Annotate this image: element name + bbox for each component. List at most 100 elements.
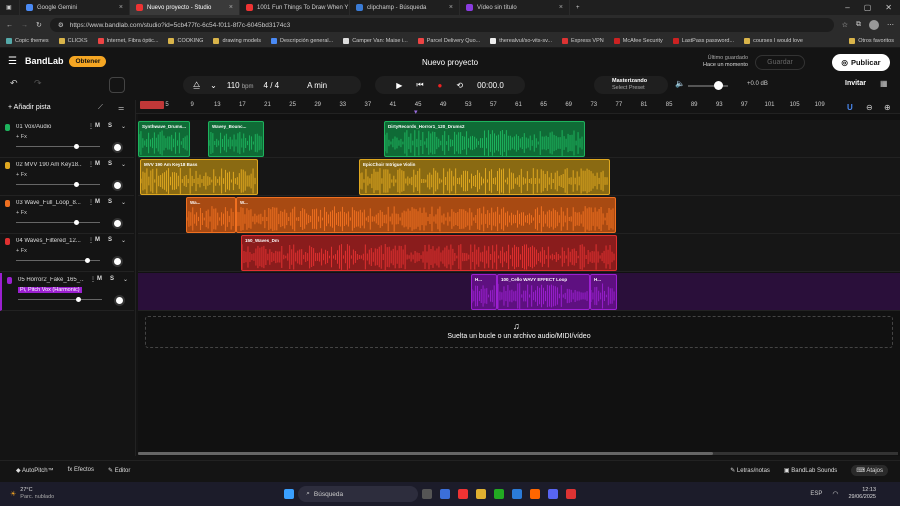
language-indicator[interactable]: ESP (810, 491, 822, 497)
effects-button[interactable]: fx Efectos (68, 467, 94, 473)
publish-button[interactable]: ◎ Publicar (832, 54, 890, 71)
track-header[interactable]: 01 Vox/Audio M S ⌄ ⋮ + Fx (0, 120, 134, 158)
zoom-out-icon[interactable]: ⊖ (866, 103, 873, 112)
bookmark[interactable]: Internet, Fibra óptic... (97, 38, 158, 44)
clock[interactable]: 12:13 29/06/2025 (848, 487, 876, 501)
volume-slider[interactable] (18, 297, 102, 302)
pan-knob[interactable] (114, 295, 125, 306)
fx-button[interactable]: + Fx (16, 210, 27, 216)
volume-icon[interactable]: 🔈 (675, 79, 685, 88)
invite-button[interactable]: Invitar (845, 80, 866, 87)
key-selector[interactable]: A min (307, 81, 327, 90)
forward-icon[interactable]: → (21, 22, 28, 29)
audio-clip[interactable]: W... (236, 197, 616, 233)
undo-icon[interactable]: ↶ (10, 78, 18, 89)
audio-clip[interactable]: 150_Waves_Dm (241, 235, 617, 271)
audio-clip[interactable]: H... (471, 274, 497, 310)
audio-clip[interactable]: H... (590, 274, 617, 310)
firefox-icon[interactable] (530, 489, 541, 499)
solo-button[interactable]: S (110, 276, 114, 282)
tab-gemini[interactable]: Google Gemini × (20, 0, 130, 15)
solo-button[interactable]: S (108, 161, 112, 167)
taskbar-search[interactable]: ⌕ Búsqueda (298, 486, 419, 502)
mute-button[interactable]: M (95, 123, 100, 129)
fx-button[interactable]: Pi, Pitch Vox (Harmonic) (18, 287, 82, 293)
tempo-value[interactable]: 110 bpm (227, 81, 254, 90)
bookmark[interactable]: drawing models (213, 38, 261, 44)
mute-button[interactable]: M (97, 276, 102, 282)
drop-zone[interactable]: ♫ Suelta un bucle o un archivo audio/MID… (145, 316, 893, 348)
track-header[interactable]: 02 MVV 190 Am Key18... M S ⌄ ⋮ + Fx (0, 158, 134, 196)
bandlab-sounds-button[interactable]: ▣ BandLab Sounds (784, 467, 837, 474)
snap-icon[interactable]: U (847, 103, 853, 112)
audio-clip[interactable]: DirtyRecords_Horror1_120_Drums2 (384, 121, 585, 157)
mastering-button[interactable]: Masterizando Select Preset (594, 76, 668, 94)
audio-clip[interactable]: Synthwave_Drums... (138, 121, 190, 157)
taskbar-app-icon[interactable] (458, 489, 469, 499)
volume-slider[interactable] (16, 182, 100, 187)
solo-button[interactable]: S (108, 237, 112, 243)
bookmark[interactable]: therealvul/so-vits-sv... (490, 38, 552, 44)
start-icon[interactable] (284, 489, 295, 499)
tools-icon[interactable] (109, 77, 125, 93)
track-name[interactable]: 02 MVV 190 Am Key18... (16, 162, 82, 168)
discord-icon[interactable] (548, 489, 559, 499)
file-explorer-icon[interactable] (476, 489, 487, 499)
horizontal-scrollbar[interactable] (138, 452, 898, 455)
pan-knob[interactable] (112, 142, 123, 153)
shortcuts-button[interactable]: ⌨ Atajos (851, 464, 888, 476)
lyrics-button[interactable]: ✎ Letras/notas (730, 467, 770, 474)
back-icon[interactable]: ← (6, 22, 13, 29)
window-close-icon[interactable]: ✕ (885, 3, 892, 12)
edge-icon[interactable] (512, 489, 523, 499)
calendar-icon[interactable]: ▦ (880, 79, 888, 88)
reload-icon[interactable]: ↻ (36, 21, 42, 29)
close-icon[interactable]: × (119, 4, 123, 11)
menu-icon[interactable]: ⋯ (887, 21, 894, 29)
audio-clip[interactable]: EpicChoir Intrigue Violin (359, 159, 610, 195)
task-view-icon[interactable] (422, 489, 433, 499)
bookmark[interactable]: McAfee Security (613, 38, 663, 44)
extensions-icon[interactable]: ⧉ (856, 21, 861, 29)
more-icon[interactable]: ⋮ (88, 123, 94, 130)
chevron-down-icon[interactable]: ⌄ (121, 123, 126, 130)
wifi-icon[interactable]: ◠ (832, 490, 838, 498)
fx-button[interactable]: + Fx (16, 134, 27, 140)
track-name[interactable]: 03 Wave_Full_Loop_8... (16, 200, 82, 206)
tab-video[interactable]: Vídeo sin título × (460, 0, 570, 15)
bookmark[interactable]: courses I would love (744, 38, 803, 44)
bookmark[interactable]: Copic themes (6, 38, 49, 44)
bookmark[interactable]: CLICKS (58, 38, 88, 44)
tab-drawing[interactable]: 1001 Fun Things To Draw When Y× (240, 0, 350, 15)
audio-clip[interactable]: Wavey_Bounc... (208, 121, 264, 157)
track-header[interactable]: 05 Horror2_Fake_165_... M S ⌄ ⋮ Pi, Pitc… (0, 273, 134, 311)
close-icon[interactable]: × (449, 4, 453, 11)
solo-button[interactable]: S (108, 123, 112, 129)
save-button[interactable]: Guardar (755, 55, 805, 70)
volume-slider[interactable] (16, 144, 100, 149)
more-icon[interactable]: ⋮ (88, 199, 94, 206)
taskbar-app-icon[interactable] (566, 489, 577, 499)
redo-icon[interactable]: ↷ (34, 78, 42, 89)
time-signature[interactable]: 4 / 4 (264, 81, 280, 90)
autopitch-button[interactable]: ◆ AutoPitch™ (16, 467, 54, 474)
tab-clipchamp[interactable]: clipchamp - Búsqueda × (350, 0, 460, 15)
minecraft-icon[interactable] (494, 489, 505, 499)
skip-back-icon[interactable]: ⏮ (416, 80, 423, 90)
more-icon[interactable]: ⋮ (90, 276, 96, 283)
close-icon[interactable]: × (229, 4, 233, 11)
chevron-down-icon[interactable]: ⌄ (123, 276, 128, 283)
track-name[interactable]: 04 Waves_Filtered_12... (16, 238, 82, 244)
mute-button[interactable]: M (95, 161, 100, 167)
record-icon[interactable]: ● (438, 81, 443, 90)
editor-button[interactable]: ✎ Editor (108, 467, 130, 474)
metronome-icon[interactable]: ⧋ (193, 80, 200, 90)
add-track-button[interactable]: + Añadir pista (8, 104, 51, 111)
url-field[interactable]: ⚙ https://www.bandlab.com/studio?id=5cb47… (49, 18, 834, 32)
filter-icon[interactable]: ⚌ (118, 104, 124, 112)
master-volume-slider[interactable] (688, 81, 728, 90)
tab-actions-icon[interactable]: ▣ (0, 0, 20, 15)
fx-button[interactable]: + Fx (16, 172, 27, 178)
mute-button[interactable]: M (95, 237, 100, 243)
chevron-down-icon[interactable]: ⌄ (121, 161, 126, 168)
